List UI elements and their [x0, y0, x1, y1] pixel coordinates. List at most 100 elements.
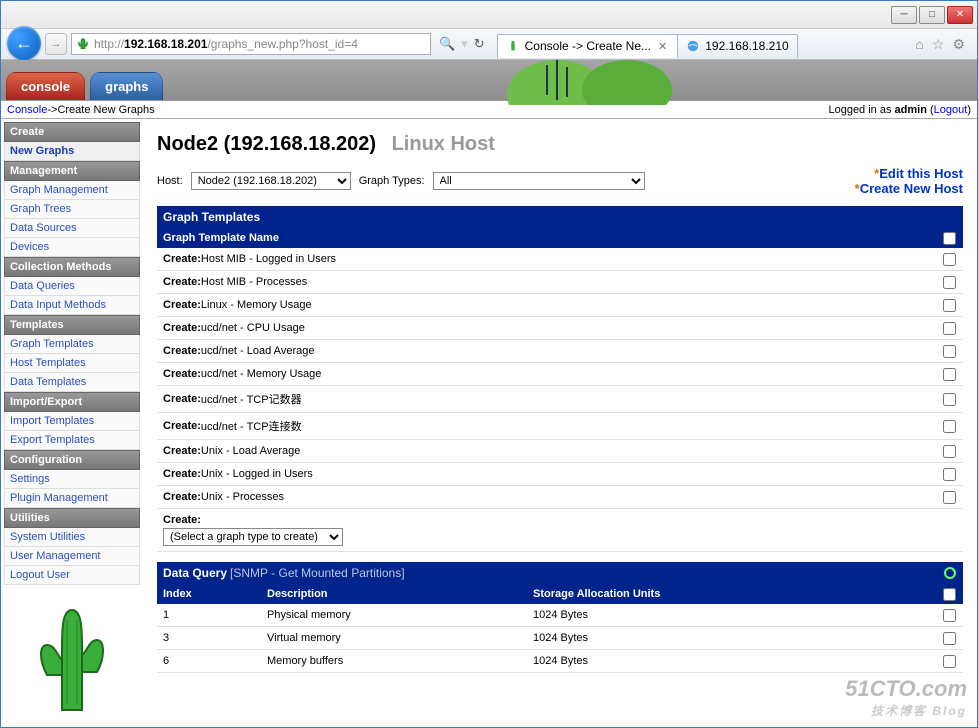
sidebar-item-graph-templates[interactable]: Graph Templates: [4, 335, 140, 354]
template-row: Create: Host MIB - Logged in Users: [157, 248, 963, 271]
select-all-dq-checkbox[interactable]: [943, 588, 956, 601]
dataquery-column-header: Index Description Storage Allocation Uni…: [157, 584, 963, 604]
template-row: Create: ucd/net - TCP连接数: [157, 413, 963, 440]
breadcrumb-console-link[interactable]: Console: [7, 104, 47, 116]
template-row: Create: Linux - Memory Usage: [157, 294, 963, 317]
dq-checkbox[interactable]: [943, 655, 956, 668]
breadcrumb-current: Create New Graphs: [57, 104, 154, 116]
favicon-cacti-icon: [76, 37, 90, 51]
dataquery-row[interactable]: 1Physical memory1024 Bytes: [157, 604, 963, 627]
main-content: Node2 (192.168.18.202) Linux Host Host: …: [143, 119, 977, 727]
window-titlebar: ─ □ ✕: [1, 1, 977, 29]
sidebar-item-data-sources[interactable]: Data Sources: [4, 219, 140, 238]
sidebar-item-logout-user[interactable]: Logout User: [4, 566, 140, 585]
template-checkbox[interactable]: [943, 420, 956, 433]
dataquery-row[interactable]: 3Virtual memory1024 Bytes: [157, 627, 963, 650]
window-minimize-button[interactable]: ─: [891, 6, 917, 24]
sidebar-item-user-management[interactable]: User Management: [4, 547, 140, 566]
template-row: Create: Unix - Load Average: [157, 440, 963, 463]
browser-tab-2[interactable]: 192.168.18.210: [677, 34, 797, 58]
cacti-logo: [27, 600, 117, 723]
sidebar-item-settings[interactable]: Settings: [4, 470, 140, 489]
forward-button[interactable]: →: [45, 33, 67, 55]
app-banner: console graphs: [1, 60, 977, 100]
sidebar-item-graph-trees[interactable]: Graph Trees: [4, 200, 140, 219]
create-graph-type-select[interactable]: (Select a graph type to create): [163, 528, 343, 546]
template-row: Create: Unix - Processes: [157, 486, 963, 509]
sidebar-header: Collection Methods: [4, 257, 140, 277]
template-checkbox[interactable]: [943, 368, 956, 381]
back-button[interactable]: ←: [7, 26, 41, 60]
template-checkbox[interactable]: [943, 468, 956, 481]
sidebar-header: Templates: [4, 315, 140, 335]
sidebar-item-graph-management[interactable]: Graph Management: [4, 181, 140, 200]
page-title: Node2 (192.168.18.202) Linux Host: [157, 133, 963, 156]
data-query-header: Data Query [SNMP - Get Mounted Partition…: [157, 562, 963, 584]
graph-types-label: Graph Types:: [359, 175, 425, 187]
address-bar[interactable]: http://192.168.18.201/graphs_new.php?hos…: [71, 33, 431, 55]
sidebar-item-host-templates[interactable]: Host Templates: [4, 354, 140, 373]
sidebar-item-data-templates[interactable]: Data Templates: [4, 373, 140, 392]
tools-icon[interactable]: ⚙: [952, 36, 965, 53]
template-row: Create: ucd/net - Load Average: [157, 340, 963, 363]
templates-column-header: Graph Template Name: [157, 228, 963, 248]
sidebar-item-data-queries[interactable]: Data Queries: [4, 277, 140, 296]
graphs-tab[interactable]: graphs: [90, 72, 163, 100]
favicon-ie-icon: [686, 39, 700, 53]
template-checkbox[interactable]: [943, 345, 956, 358]
sidebar-item-data-input-methods[interactable]: Data Input Methods: [4, 296, 140, 315]
breadcrumb: Console -> Create New Graphs Logged in a…: [1, 100, 977, 119]
create-select-label: Create:: [163, 514, 201, 526]
browser-tab-1[interactable]: Console -> Create Ne... ✕: [497, 34, 679, 58]
sidebar-item-export-templates[interactable]: Export Templates: [4, 431, 140, 450]
create-host-link[interactable]: *Create New Host: [855, 181, 963, 196]
template-row: Create: ucd/net - CPU Usage: [157, 317, 963, 340]
dataquery-row[interactable]: 6Memory buffers1024 Bytes: [157, 650, 963, 673]
sidebar-header: Create: [4, 122, 140, 142]
template-row: Create: Unix - Logged in Users: [157, 463, 963, 486]
template-row: Create: ucd/net - TCP记数器: [157, 386, 963, 413]
graph-types-select[interactable]: All: [433, 172, 645, 190]
url-text: http://192.168.18.201/graphs_new.php?hos…: [94, 37, 358, 51]
tab-close-icon[interactable]: ✕: [656, 40, 669, 53]
sidebar-item-import-templates[interactable]: Import Templates: [4, 412, 140, 431]
refresh-icon[interactable]: ↻: [474, 36, 485, 52]
sidebar: CreateNew GraphsManagementGraph Manageme…: [1, 119, 143, 727]
browser-toolbar: ← → http://192.168.18.201/graphs_new.php…: [1, 29, 977, 60]
template-row: Create: Host MIB - Processes: [157, 271, 963, 294]
sidebar-item-system-utilities[interactable]: System Utilities: [4, 528, 140, 547]
select-all-templates-checkbox[interactable]: [943, 232, 956, 245]
edit-host-link[interactable]: *Edit this Host: [855, 166, 963, 181]
window-close-button[interactable]: ✕: [947, 6, 973, 24]
dq-checkbox[interactable]: [943, 609, 956, 622]
dq-checkbox[interactable]: [943, 632, 956, 645]
sidebar-item-plugin-management[interactable]: Plugin Management: [4, 489, 140, 508]
template-checkbox[interactable]: [943, 445, 956, 458]
sidebar-header: Management: [4, 161, 140, 181]
graph-templates-header: Graph Templates: [157, 206, 963, 228]
sidebar-item-new-graphs[interactable]: New Graphs: [4, 142, 140, 161]
template-checkbox[interactable]: [943, 276, 956, 289]
host-select[interactable]: Node2 (192.168.18.202): [191, 172, 351, 190]
template-checkbox[interactable]: [943, 491, 956, 504]
template-checkbox[interactable]: [943, 322, 956, 335]
reload-icon[interactable]: [943, 566, 957, 580]
favicon-cacti-icon: [506, 39, 520, 53]
current-user: admin: [895, 104, 927, 116]
logout-link[interactable]: Logout: [934, 104, 968, 116]
favorites-icon[interactable]: ☆: [932, 36, 945, 53]
home-icon[interactable]: ⌂: [915, 36, 923, 53]
sidebar-header: Utilities: [4, 508, 140, 528]
tab-title: 192.168.18.210: [705, 39, 788, 53]
console-tab[interactable]: console: [6, 72, 85, 100]
template-checkbox[interactable]: [943, 299, 956, 312]
sidebar-header: Import/Export: [4, 392, 140, 412]
template-row: Create: ucd/net - Memory Usage: [157, 363, 963, 386]
sidebar-header: Configuration: [4, 450, 140, 470]
banner-cactus-art: [497, 60, 697, 105]
sidebar-item-devices[interactable]: Devices: [4, 238, 140, 257]
template-checkbox[interactable]: [943, 253, 956, 266]
search-icon[interactable]: 🔍: [439, 36, 455, 52]
template-checkbox[interactable]: [943, 393, 956, 406]
window-maximize-button[interactable]: □: [919, 6, 945, 24]
